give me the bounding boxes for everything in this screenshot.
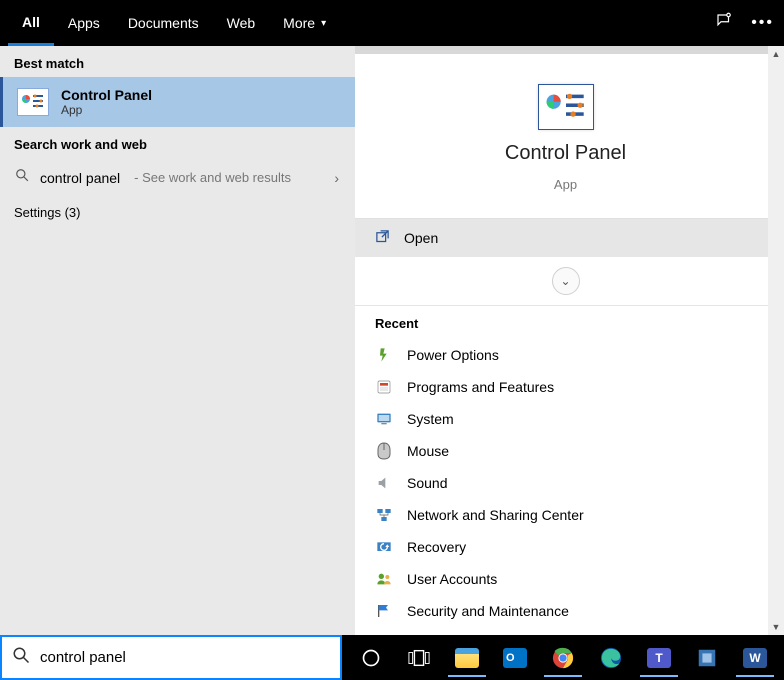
chrome-icon (549, 644, 577, 672)
recent-item-label: Network and Sharing Center (407, 507, 584, 523)
recent-item-label: Sound (407, 475, 447, 491)
sound-icon (375, 474, 393, 492)
recent-item-recovery[interactable]: Recovery (375, 531, 756, 563)
expand-button[interactable]: ⌄ (552, 267, 580, 295)
control-panel-icon (17, 88, 49, 116)
main-body: Best match Control Panel App Search work… (0, 46, 784, 635)
user-accounts-icon (375, 570, 393, 588)
recent-item-programs[interactable]: Programs and Features (375, 371, 756, 403)
recent-item-label: Security and Maintenance (407, 603, 569, 619)
visual-studio-icon (693, 644, 721, 672)
edge-icon (597, 644, 625, 672)
taskview-icon (405, 644, 433, 672)
cortana-icon (357, 644, 385, 672)
best-match-text: Control Panel App (61, 87, 152, 117)
options-icon[interactable]: ••• (751, 14, 774, 32)
recent-item-label: Mouse (407, 443, 449, 459)
search-filter-header: All Apps Documents Web More ▾ ••• (0, 0, 784, 46)
taskbar-visual-studio[interactable] (684, 638, 730, 678)
file-explorer-icon (453, 644, 481, 672)
results-column: Best match Control Panel App Search work… (0, 46, 355, 635)
search-input[interactable] (40, 649, 330, 666)
programs-icon (375, 378, 393, 396)
power-options-icon (375, 346, 393, 364)
open-label: Open (404, 230, 438, 246)
best-match-label: Best match (0, 46, 355, 77)
taskbar: O T W (342, 635, 784, 680)
tab-apps-label: Apps (68, 15, 100, 31)
best-match-subtitle: App (61, 103, 152, 117)
detail-title: Control Panel (505, 142, 626, 165)
tab-web[interactable]: Web (213, 0, 270, 46)
taskbar-cortana[interactable] (348, 638, 394, 678)
taskbar-taskview[interactable] (396, 638, 442, 678)
tab-all[interactable]: All (8, 0, 54, 46)
best-match-title: Control Panel (61, 87, 152, 103)
recent-item-sound[interactable]: Sound (375, 467, 756, 499)
taskbar-word[interactable]: W (732, 638, 778, 678)
bottom-bar: O T W (0, 635, 784, 680)
tab-more[interactable]: More ▾ (269, 0, 340, 46)
control-panel-large-icon (538, 84, 594, 130)
scroll-up-arrow[interactable]: ▲ (768, 46, 784, 62)
web-search-result[interactable]: control panel - See work and web results… (0, 158, 355, 197)
recent-label: Recent (375, 310, 756, 339)
tab-documents[interactable]: Documents (114, 0, 213, 46)
tab-documents-label: Documents (128, 15, 199, 31)
recent-item-user-accounts[interactable]: User Accounts (375, 563, 756, 595)
chevron-right-icon: › (334, 170, 339, 186)
recent-item-system[interactable]: System (375, 403, 756, 435)
scroll-down-arrow[interactable]: ▼ (768, 619, 784, 635)
taskbar-teams[interactable]: T (636, 638, 682, 678)
search-icon (12, 646, 30, 669)
search-icon (14, 168, 30, 187)
teams-icon: T (645, 644, 673, 672)
recent-item-label: Power Options (407, 347, 499, 363)
network-icon (375, 506, 393, 524)
open-icon (375, 229, 390, 247)
header-right-controls: ••• (715, 0, 774, 46)
recent-item-label: Programs and Features (407, 379, 554, 395)
taskbar-outlook[interactable]: O (492, 638, 538, 678)
search-web-label: Search work and web (0, 127, 355, 158)
recent-item-label: User Accounts (407, 571, 497, 587)
taskbar-file-explorer[interactable] (444, 638, 490, 678)
word-icon: W (741, 644, 769, 672)
taskbar-chrome[interactable] (540, 638, 586, 678)
feedback-icon[interactable] (715, 12, 733, 35)
tab-apps[interactable]: Apps (54, 0, 114, 46)
recent-item-label: System (407, 411, 454, 427)
tab-more-label: More (283, 15, 315, 31)
detail-hero: Control Panel App (355, 54, 776, 219)
expand-section: ⌄ (355, 257, 776, 306)
settings-group-label: Settings (3) (14, 205, 80, 220)
recent-item-security[interactable]: Security and Maintenance (375, 595, 756, 627)
recent-item-mouse[interactable]: Mouse (375, 435, 756, 467)
detail-panel: Control Panel App Open ⌄ Recent Power Op… (355, 46, 784, 635)
open-action[interactable]: Open (355, 219, 776, 257)
taskbar-edge[interactable] (588, 638, 634, 678)
search-box[interactable] (0, 635, 342, 680)
tab-all-label: All (22, 14, 40, 30)
chevron-down-icon: ⌄ (560, 274, 570, 288)
recent-item-label: Recovery (407, 539, 466, 555)
scrollbar[interactable]: ▲ ▼ (768, 46, 784, 635)
mouse-icon (375, 442, 393, 460)
recent-item-power-options[interactable]: Power Options (375, 339, 756, 371)
best-match-result[interactable]: Control Panel App (0, 77, 355, 127)
detail-subtitle: App (554, 177, 577, 192)
chevron-down-icon: ▾ (321, 18, 326, 29)
web-search-suffix: - See work and web results (134, 170, 291, 185)
web-search-query: control panel (40, 170, 120, 186)
system-icon (375, 410, 393, 428)
recovery-icon (375, 538, 393, 556)
tab-web-label: Web (227, 15, 256, 31)
settings-group[interactable]: Settings (3) (0, 197, 355, 228)
recent-item-network[interactable]: Network and Sharing Center (375, 499, 756, 531)
outlook-icon: O (501, 644, 529, 672)
recent-panel: Recent Power Options Programs and Featur… (355, 306, 776, 641)
security-flag-icon (375, 602, 393, 620)
